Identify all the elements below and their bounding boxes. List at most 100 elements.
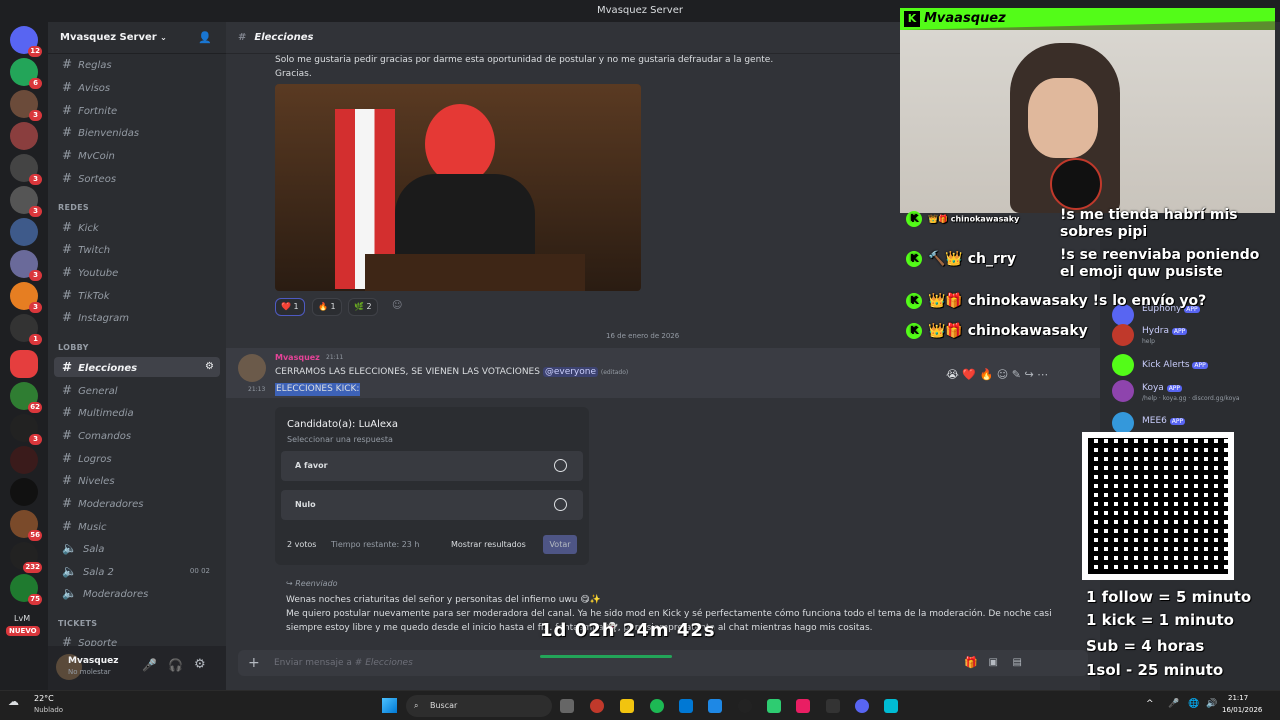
task-view-icon[interactable] xyxy=(560,699,574,713)
channel-twitch[interactable]: # Twitch xyxy=(54,239,220,259)
clock-date[interactable]: 16/01/2026 xyxy=(1222,706,1262,714)
channel-sorteos[interactable]: # Sorteos xyxy=(54,168,220,188)
server-icon[interactable] xyxy=(10,446,38,474)
message-author[interactable]: Mvasquez xyxy=(275,353,320,362)
spotify-icon[interactable] xyxy=(650,699,664,713)
avatar[interactable] xyxy=(1112,304,1134,326)
voice-channel-sala-2[interactable]: 🔈 Sala 2 00 02 xyxy=(54,561,220,581)
avatar[interactable] xyxy=(238,354,266,382)
avatar[interactable] xyxy=(1112,412,1134,434)
server-icon[interactable]: 1 xyxy=(10,314,42,345)
clock-time[interactable]: 21:17 xyxy=(1228,694,1248,702)
server-icon-active[interactable] xyxy=(10,350,38,378)
reaction-plant[interactable]: 🌿 2 xyxy=(348,298,378,316)
heart-reaction-icon[interactable]: ❤️ xyxy=(962,368,976,381)
reaction-heart[interactable]: ❤️ 1 xyxy=(275,298,305,316)
channel-youtube[interactable]: # Youtube xyxy=(54,262,220,282)
radio-button[interactable] xyxy=(554,459,567,472)
channel-comandos[interactable]: # Comandos xyxy=(54,425,220,445)
app-icon[interactable] xyxy=(884,699,898,713)
poll-option-a-favor[interactable]: A favor xyxy=(281,451,583,481)
microphone-icon[interactable]: 🎤 xyxy=(1168,699,1179,709)
app-icon[interactable] xyxy=(738,699,752,713)
fire-reaction-icon[interactable]: 🔥 xyxy=(980,368,994,381)
server-icon[interactable]: 3 xyxy=(10,154,42,185)
app-icon[interactable] xyxy=(796,699,810,713)
microphone-icon[interactable]: 🎤 xyxy=(142,658,157,672)
app-icon[interactable] xyxy=(590,699,604,713)
headphones-icon[interactable]: 🎧 xyxy=(168,658,183,672)
forward-icon[interactable]: ↪ xyxy=(1024,368,1033,381)
weather-icon[interactable]: ☁ xyxy=(8,695,19,708)
app-icon[interactable] xyxy=(767,699,781,713)
add-attachment-icon[interactable]: + xyxy=(248,650,260,676)
channel-general[interactable]: # General xyxy=(54,380,220,400)
channel-bienvenidas[interactable]: # Bienvenidas xyxy=(54,122,220,142)
gif-icon[interactable]: ▣ xyxy=(989,650,998,676)
channel-niveles[interactable]: # Niveles xyxy=(54,470,220,490)
member-euphony[interactable]: Euphony APP xyxy=(1142,304,1200,314)
channel-fortnite[interactable]: # Fortnite xyxy=(54,100,220,120)
gift-icon[interactable]: 🎁 xyxy=(964,650,978,676)
windows-start-icon[interactable] xyxy=(382,698,397,713)
server-icon[interactable]: 62 xyxy=(10,382,42,413)
terminal-icon[interactable] xyxy=(826,699,840,713)
server-icon[interactable]: 6 xyxy=(10,58,42,89)
mention-everyone[interactable]: @everyone xyxy=(542,367,599,377)
channel-logros[interactable]: # Logros xyxy=(54,448,220,468)
server-header[interactable]: Mvasquez Server ⌄ 👤 xyxy=(48,22,226,54)
network-icon[interactable]: 🌐 xyxy=(1188,699,1199,709)
server-icon[interactable] xyxy=(10,218,38,246)
member-mee6[interactable]: MEE6 APP xyxy=(1142,416,1186,426)
poll-option-nulo[interactable]: Nulo xyxy=(281,490,583,520)
discord-icon[interactable] xyxy=(855,699,869,713)
channel-soporte[interactable]: # Soporte xyxy=(54,632,220,646)
category-tickets[interactable]: TICKETS xyxy=(58,619,97,628)
channel-multimedia[interactable]: # Multimedia xyxy=(54,402,220,422)
volume-icon[interactable]: 🔊 xyxy=(1206,699,1217,709)
server-icon[interactable] xyxy=(10,122,38,150)
channel-music[interactable]: # Music xyxy=(54,516,220,536)
show-results-button[interactable]: Mostrar resultados xyxy=(451,540,526,549)
add-reaction-icon[interactable]: ☺ xyxy=(997,368,1008,381)
channel-avisos[interactable]: # Avisos xyxy=(54,77,220,97)
radio-button[interactable] xyxy=(554,498,567,511)
sticker-icon[interactable]: ▤ xyxy=(1013,650,1022,676)
server-icon[interactable]: 75 xyxy=(10,574,42,605)
app-icon[interactable] xyxy=(708,699,722,713)
add-member-icon[interactable]: 👤 xyxy=(198,22,212,54)
server-icon[interactable]: 3 xyxy=(10,90,42,121)
channel-tiktok[interactable]: # TikTok xyxy=(54,285,220,305)
category-redes[interactable]: REDES xyxy=(58,203,89,212)
server-icon[interactable] xyxy=(10,478,38,506)
reaction-fire[interactable]: 🔥 1 xyxy=(312,298,342,316)
server-icon[interactable]: 3 xyxy=(10,282,42,313)
channel-kick[interactable]: # Kick xyxy=(54,217,220,237)
server-icon[interactable]: 3 xyxy=(10,186,42,217)
channel-moderadores[interactable]: # Moderadores xyxy=(54,493,220,513)
direct-messages-icon[interactable]: 12 xyxy=(10,26,42,57)
message-image[interactable] xyxy=(275,84,641,291)
voice-channel-moderadores[interactable]: 🔈 Moderadores xyxy=(54,583,220,603)
emoji-reaction-icon[interactable]: 😭 xyxy=(946,368,959,381)
avatar[interactable] xyxy=(1112,324,1134,346)
channel-reglas[interactable]: # Reglas xyxy=(54,54,220,74)
more-icon[interactable]: ⋯ xyxy=(1037,368,1048,381)
add-reaction-icon[interactable]: ☺ xyxy=(392,300,402,311)
message-input[interactable]: + Enviar mensaje a # Elecciones 🎁 ▣ ▤ xyxy=(238,650,1088,676)
file-explorer-icon[interactable] xyxy=(620,699,634,713)
server-icon[interactable]: 56 xyxy=(10,510,42,541)
vote-button[interactable]: Votar xyxy=(543,535,577,554)
avatar[interactable] xyxy=(1112,380,1134,402)
server-icon[interactable]: 232 xyxy=(10,542,42,573)
member-hydra[interactable]: Hydra APP xyxy=(1142,326,1188,336)
settings-gear-icon[interactable]: ⚙ xyxy=(205,357,214,377)
settings-gear-icon[interactable]: ⚙ xyxy=(194,657,206,672)
poll-votes[interactable]: 2 votos xyxy=(287,540,316,549)
tray-chevron-icon[interactable]: ^ xyxy=(1146,699,1154,709)
store-icon[interactable] xyxy=(679,699,693,713)
voice-channel-sala[interactable]: 🔈 Sala xyxy=(54,538,220,558)
channel-instagram[interactable]: # Instagram xyxy=(54,307,220,327)
channel-mvcoin[interactable]: # MvCoin xyxy=(54,145,220,165)
member-koya[interactable]: Koya APP xyxy=(1142,383,1183,393)
